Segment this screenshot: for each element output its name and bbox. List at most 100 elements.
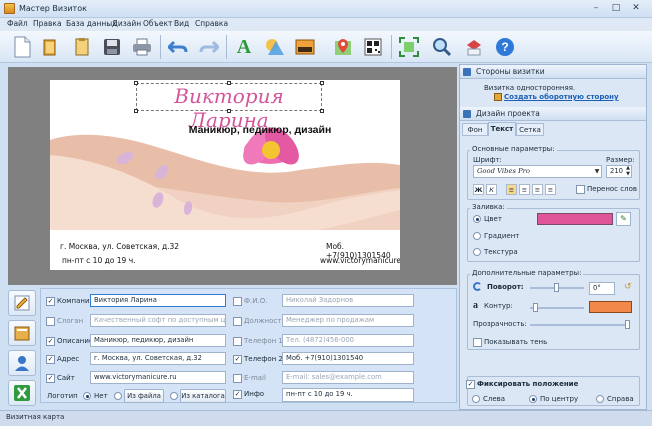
new-document-icon[interactable] [9, 34, 35, 60]
transparency-slider-thumb[interactable] [625, 320, 630, 329]
info-input[interactable]: пн-пт с 10 до 19 ч. [282, 388, 414, 402]
tab-grid[interactable]: Сетка [516, 123, 544, 136]
fio-checkbox[interactable] [233, 297, 242, 306]
font-select[interactable]: Good Vibes Pro [473, 165, 602, 178]
logo-from-catalog-button[interactable]: Из каталога [180, 389, 226, 403]
email-checkbox[interactable] [233, 374, 242, 383]
logo-file-radio[interactable] [114, 392, 122, 400]
fill-color-label: Цвет [484, 215, 502, 223]
tab-text[interactable]: Текст [488, 122, 516, 136]
rotation-input[interactable]: 0° [589, 282, 615, 295]
slogan-checkbox[interactable] [46, 317, 55, 326]
redo-icon[interactable] [196, 34, 222, 60]
menu-database[interactable]: База данных [66, 19, 117, 28]
help-icon[interactable]: ? [492, 34, 518, 60]
italic-icon[interactable]: К [486, 184, 497, 195]
create-back-link[interactable]: Создать оборотную сторону [504, 93, 619, 101]
email-input[interactable]: E-mail: sales@example.com [282, 371, 414, 384]
menu-object[interactable]: Объект [143, 19, 172, 28]
minimize-icon[interactable]: – [588, 2, 604, 15]
transparency-slider[interactable] [530, 324, 630, 326]
position-input[interactable]: Менеджер по продажам [282, 314, 414, 327]
business-card-preview[interactable]: Виктория Ларина Маникюр, педикюр, дизайн… [50, 80, 400, 270]
undo-icon[interactable] [165, 34, 191, 60]
excel-import-icon[interactable] [8, 380, 36, 406]
outline-slider[interactable] [530, 307, 584, 309]
info-checkbox[interactable]: ✓ [233, 390, 242, 399]
collapse-icon[interactable] [463, 68, 471, 76]
add-image-icon[interactable] [292, 34, 318, 60]
address-checkbox[interactable]: ✓ [46, 355, 55, 364]
add-shape-icon[interactable] [262, 34, 288, 60]
save-icon[interactable] [99, 34, 125, 60]
card-site[interactable]: www.victorymanicure.ru [320, 256, 400, 265]
align-justify-icon[interactable]: ≡ [545, 184, 556, 195]
rotation-slider-thumb[interactable] [554, 283, 559, 292]
align-center-radio[interactable] [529, 395, 537, 403]
fill-color-radio[interactable] [473, 215, 481, 223]
templates-icon[interactable] [69, 34, 95, 60]
outline-slider-thumb[interactable] [533, 303, 538, 312]
logo-catalog-radio[interactable] [170, 392, 178, 400]
fio-input[interactable]: Николай Задорнов [282, 294, 414, 307]
fill-texture-radio[interactable] [473, 248, 481, 256]
outline-color-swatch[interactable] [589, 301, 632, 313]
fill-gradient-radio[interactable] [473, 232, 481, 240]
menu-help[interactable]: Справка [195, 19, 228, 28]
fill-color-swatch[interactable] [537, 213, 613, 225]
chevron-down-icon[interactable]: ▼ [593, 166, 601, 177]
menu-view[interactable]: Вид [174, 19, 189, 28]
phone2-input[interactable]: Моб. +7(910)1301540 [282, 352, 414, 365]
site-input[interactable]: www.victorymanicure.ru [90, 371, 226, 384]
open-folder-icon[interactable] [38, 34, 64, 60]
align-right-icon[interactable]: ≡ [532, 184, 543, 195]
fit-page-icon[interactable] [396, 34, 422, 60]
menu-edit[interactable]: Правка [33, 19, 62, 28]
bold-icon[interactable]: Ж [473, 184, 484, 195]
email-label: E-mail [244, 374, 266, 382]
align-right-radio[interactable] [596, 395, 604, 403]
address-input[interactable]: г. Москва, ул. Советская, д.32 [90, 352, 226, 365]
maximize-icon[interactable]: □ [608, 2, 624, 15]
position-checkbox[interactable] [233, 317, 242, 326]
menu-design[interactable]: Дизайн [112, 19, 141, 28]
database-icon[interactable] [8, 320, 36, 346]
description-input[interactable]: Маникюр, педикюр, дизайн [90, 334, 226, 347]
card-hours[interactable]: пн-пт с 10 до 19 ч. [62, 256, 136, 265]
shadow-checkbox[interactable] [473, 338, 482, 347]
align-center-icon[interactable]: ≡ [519, 184, 530, 195]
site-checkbox[interactable]: ✓ [46, 374, 55, 383]
map-icon[interactable] [330, 34, 356, 60]
slogan-input[interactable]: Качественный софт по доступным ценам [90, 314, 226, 327]
logo-from-file-button[interactable]: Из файла [124, 389, 164, 403]
tab-background[interactable]: Фон [462, 123, 488, 136]
align-left-icon[interactable]: ≡ [506, 184, 517, 195]
phone1-checkbox[interactable] [233, 337, 242, 346]
eyedropper-icon[interactable]: ✎ [616, 212, 631, 226]
print-preview-icon[interactable] [461, 34, 487, 60]
zoom-icon[interactable] [429, 34, 455, 60]
description-checkbox[interactable]: ✓ [46, 337, 55, 346]
menu-file[interactable]: Файл [7, 19, 28, 28]
company-input[interactable]: Виктория Ларина [90, 294, 226, 307]
size-spinner[interactable]: ▲ ▼ [624, 165, 632, 178]
wrap-checkbox[interactable] [576, 185, 585, 194]
card-description[interactable]: Маникюр, педикюр, дизайн [145, 124, 375, 136]
print-icon[interactable] [129, 34, 155, 60]
phone1-input[interactable]: Тел. (4872)456-000 [282, 334, 414, 347]
fix-position-checkbox[interactable]: ✓ [466, 380, 475, 389]
sides-header[interactable]: Стороны визитки [460, 65, 646, 79]
edit-card-icon[interactable] [8, 290, 36, 316]
company-checkbox[interactable]: ✓ [46, 297, 55, 306]
logo-none-radio[interactable] [83, 392, 91, 400]
design-header[interactable]: Дизайн проекта [460, 107, 646, 121]
card-address[interactable]: г. Москва, ул. Советская, д.32 [60, 242, 179, 251]
contacts-icon[interactable] [8, 350, 36, 376]
close-icon[interactable]: ✕ [628, 2, 644, 15]
collapse-icon[interactable] [463, 110, 471, 118]
reset-rotation-icon[interactable]: ↺ [624, 282, 632, 292]
add-text-icon[interactable]: A [231, 34, 257, 60]
phone2-checkbox[interactable]: ✓ [233, 355, 242, 364]
align-left-radio[interactable] [472, 395, 480, 403]
qr-code-icon[interactable] [360, 34, 386, 60]
